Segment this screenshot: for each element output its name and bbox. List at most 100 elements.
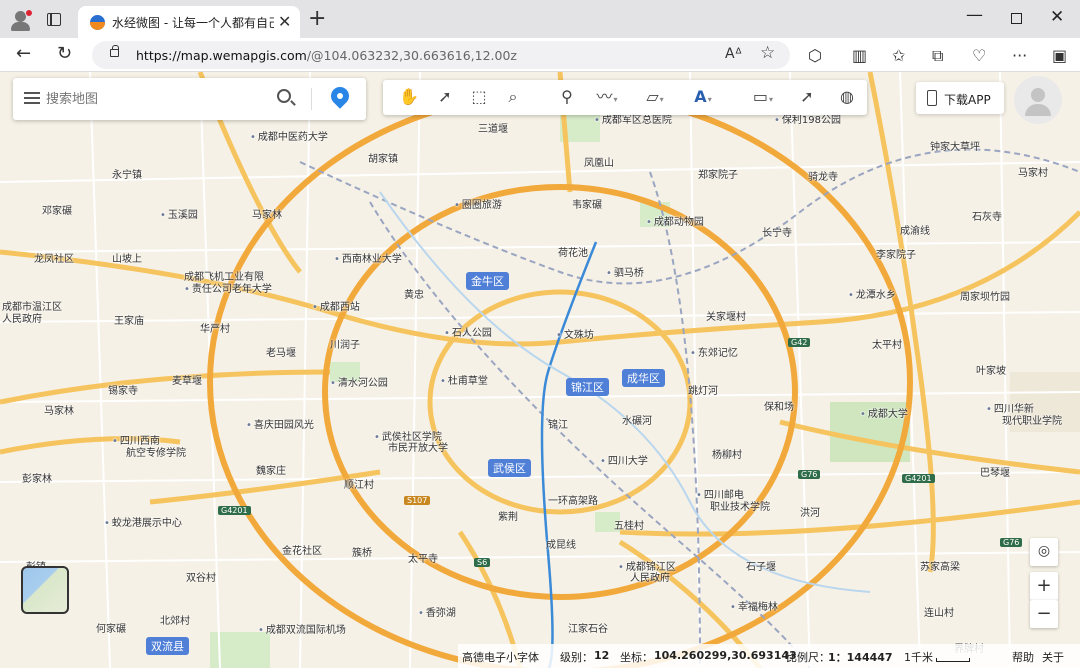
polygon-icon[interactable]: ▱▾ (637, 86, 673, 108)
browser-essentials-icon[interactable]: ♡ (972, 46, 986, 65)
window-close-icon[interactable]: ✕ (1050, 7, 1064, 27)
map-label[interactable]: 石人公园 (444, 324, 492, 339)
map-label[interactable]: 人民政府 (2, 310, 42, 325)
select-arrow-icon[interactable]: ➚ (433, 86, 457, 108)
split-screen-icon[interactable]: ▥ (852, 46, 867, 65)
map-label[interactable]: 何家碾 (96, 620, 126, 635)
map-label[interactable]: 双谷村 (186, 569, 216, 584)
map-label[interactable]: 长宁寺 (762, 224, 792, 239)
map-label[interactable]: 金花社区 (282, 542, 322, 557)
tab-actions-icon[interactable] (47, 13, 61, 26)
map-label[interactable]: 航空专修学院 (126, 444, 186, 459)
map-label[interactable]: 彭家林 (22, 470, 52, 485)
map-label[interactable]: 石子堰 (746, 558, 776, 573)
marker-pin-icon[interactable]: ⚲ (555, 86, 579, 108)
map-label[interactable]: 市民开放大学 (388, 439, 448, 454)
map-label[interactable]: 北郊村 (160, 612, 190, 627)
map-label[interactable]: 荷花池 (558, 244, 588, 259)
map-label[interactable]: 麦草堰 (172, 372, 202, 387)
map-label[interactable]: 驷马桥 (606, 264, 644, 279)
map-label[interactable]: 跳灯河 (688, 382, 718, 397)
minimize-icon[interactable]: — (966, 5, 983, 25)
map-label[interactable]: 华严村 (200, 320, 230, 335)
browser-tab[interactable]: 水经微图 - 让每一个人都有自己的 ✕ (78, 6, 300, 38)
map-label[interactable]: 保和场 (764, 398, 794, 413)
map-label[interactable]: 喜庆田园风光 (246, 416, 314, 431)
tab-close-icon[interactable]: ✕ (278, 12, 291, 31)
map-label[interactable]: 成渝线 (900, 222, 930, 237)
map-label[interactable]: 西南林业大学 (334, 250, 402, 265)
collections-icon[interactable]: ⧉ (932, 46, 943, 66)
layer-switch-thumbnail[interactable] (21, 566, 69, 614)
map-label[interactable]: 簇桥 (352, 544, 372, 559)
pan-hand-icon[interactable]: ✋ (397, 86, 421, 108)
map-label[interactable]: 清水河公园 (330, 374, 388, 389)
help-link[interactable]: 帮助 (1012, 649, 1034, 665)
location-pin-icon[interactable] (327, 83, 353, 109)
map-label[interactable]: 韦家碾 (572, 196, 602, 211)
map-label[interactable]: 锦江 (548, 416, 568, 431)
map-label[interactable]: 石灰寺 (972, 208, 1002, 223)
map-label[interactable]: 江家石谷 (568, 620, 608, 635)
map-label[interactable]: 凤凰山 (584, 154, 614, 169)
map-label[interactable]: 职业技术学院 (710, 498, 770, 513)
text-tool-icon[interactable]: A▾ (685, 86, 721, 108)
map-label[interactable]: 黄忠 (404, 286, 424, 301)
map-canvas[interactable]: 金牛区 锦江区 成华区 武侯区 双流县 G42 G76 G4201 S107 S… (0, 72, 1080, 668)
search-icon[interactable] (277, 89, 291, 103)
zoom-area-icon[interactable]: ⌕ (501, 86, 525, 108)
map-label[interactable]: 关家堰村 (706, 308, 746, 323)
refresh-icon[interactable]: ↻ (57, 43, 72, 64)
map-label[interactable]: 永宁镇 (112, 166, 142, 181)
more-menu-icon[interactable]: ··· (1012, 46, 1027, 65)
zoom-out-button[interactable]: − (1030, 600, 1058, 628)
map-label[interactable]: 三道堰 (478, 120, 508, 135)
favorites-icon[interactable]: ✩ (892, 46, 905, 65)
map-label[interactable]: 水碾河 (622, 412, 652, 427)
menu-icon[interactable] (24, 92, 40, 104)
map-label[interactable]: 李家院子 (876, 246, 916, 261)
map-label[interactable]: 山坡上 (112, 250, 142, 265)
favorite-star-icon[interactable]: ☆ (760, 43, 775, 63)
map-label[interactable]: 一环高架路 (548, 492, 598, 507)
map-label[interactable]: 马家林 (44, 402, 74, 417)
search-input[interactable] (46, 89, 266, 109)
box-select-icon[interactable]: ⬚ (467, 86, 491, 108)
map-label[interactable]: 五桂村 (614, 517, 644, 532)
extensions-icon[interactable]: ⬡ (808, 46, 822, 65)
district-label[interactable]: 锦江区 (566, 378, 609, 396)
new-tab-icon[interactable]: + (308, 6, 326, 31)
cursor-info-icon[interactable]: ➚ (795, 86, 819, 108)
district-label[interactable]: 武侯区 (488, 459, 531, 477)
map-label[interactable]: 钟家大草坪 (930, 138, 980, 153)
map-label[interactable]: 蛟龙港展示中心 (104, 514, 182, 529)
map-label[interactable]: 锡家寺 (108, 382, 138, 397)
map-label[interactable]: 周家坝竹园 (960, 288, 1010, 303)
map-label[interactable]: 成都中医药大学 (250, 128, 328, 143)
map-label[interactable]: 圈圈旅游 (454, 196, 502, 211)
map-label[interactable]: 东郊记忆 (690, 344, 738, 359)
about-link[interactable]: 关于 (1042, 649, 1064, 665)
read-aloud-icon[interactable]: Aᐞ (725, 46, 742, 62)
user-avatar[interactable] (1014, 76, 1062, 124)
map-label[interactable]: 紫荆 (498, 508, 518, 523)
map-label[interactable]: 成都西站 (312, 298, 360, 313)
globe-icon[interactable]: ◍ (835, 86, 859, 108)
map-label[interactable]: 人民政府 (630, 569, 670, 584)
map-label[interactable]: 文殊坊 (556, 326, 594, 341)
map-label[interactable]: 巴琴堰 (980, 464, 1010, 479)
map-label[interactable]: 四川大学 (600, 452, 648, 467)
map-label[interactable]: 川润子 (330, 336, 360, 351)
map-label[interactable]: 龙潭水乡 (848, 286, 896, 301)
lock-icon[interactable] (110, 45, 119, 57)
map-label[interactable]: 骑龙寺 (808, 168, 838, 183)
map-label[interactable]: 邓家碾 (42, 202, 72, 217)
measure-ruler-icon[interactable]: ▭▾ (743, 86, 783, 108)
map-label[interactable]: 责任公司老年大学 (184, 280, 272, 295)
map-label[interactable]: 成都大学 (860, 405, 908, 420)
map-label[interactable]: 胡家镇 (368, 150, 398, 165)
map-label[interactable]: 王家庙 (114, 312, 144, 327)
map-label[interactable]: 成都动物园 (646, 213, 704, 228)
sidebar-toggle-icon[interactable]: ▣ (1052, 46, 1067, 65)
map-label[interactable]: 洪河 (800, 504, 820, 519)
